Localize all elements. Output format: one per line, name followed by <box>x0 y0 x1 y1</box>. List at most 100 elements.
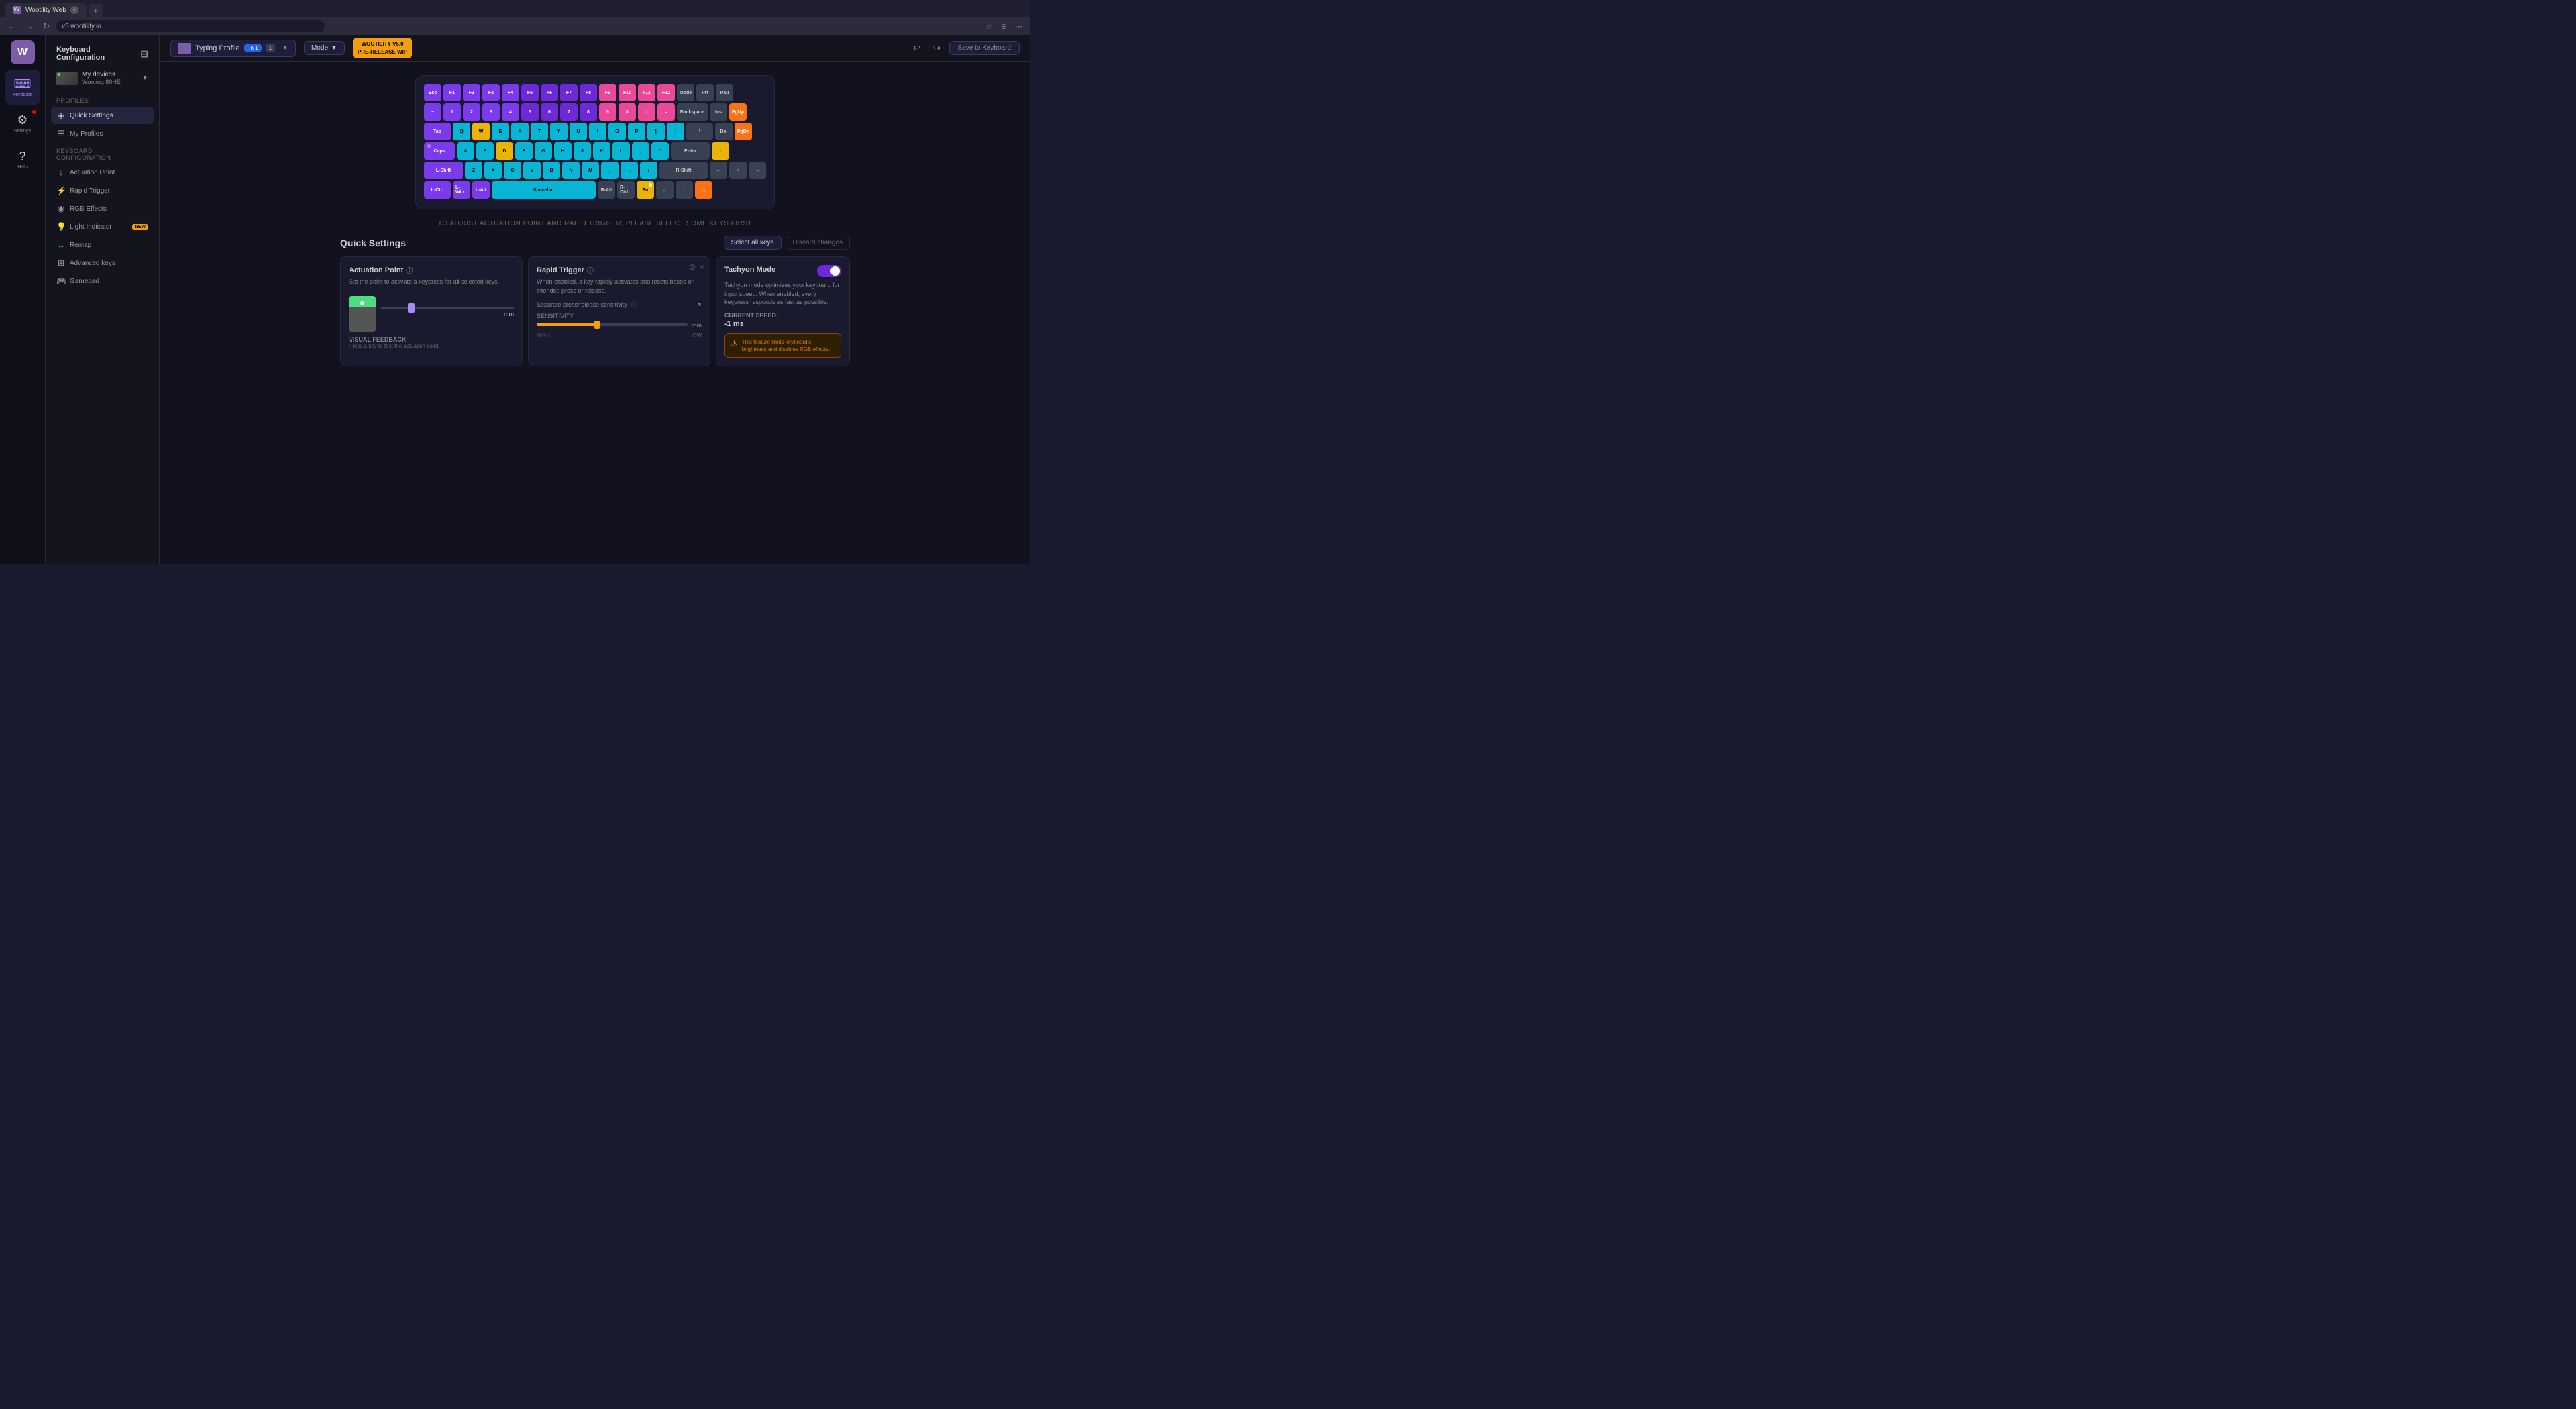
key-5[interactable]: 5 <box>521 103 539 121</box>
key-x[interactable]: X <box>484 162 502 179</box>
sidebar-item-help[interactable]: ? Help <box>5 142 40 177</box>
key-quote[interactable]: ' <box>651 142 669 160</box>
key-period[interactable]: . <box>621 162 638 179</box>
key-1[interactable]: 1 <box>443 103 461 121</box>
nav-item-quick-settings[interactable]: ◈ Quick Settings <box>51 107 154 124</box>
key-l[interactable]: L <box>612 142 630 160</box>
key-backslash[interactable]: \ <box>686 123 713 140</box>
key-n[interactable]: N <box>562 162 580 179</box>
key-e[interactable]: E <box>492 123 509 140</box>
device-chevron-icon[interactable]: ▼ <box>142 74 148 82</box>
back-button[interactable]: ← <box>5 20 19 32</box>
rapid-trigger-controls[interactable]: ⊙ × <box>689 262 704 272</box>
sensitivity-slider-handle[interactable] <box>594 321 600 329</box>
key-tilde[interactable]: ~ <box>424 103 441 121</box>
nav-item-rapid-trigger[interactable]: ⚡ Rapid Trigger <box>51 182 154 199</box>
reload-button[interactable]: ↻ <box>40 20 52 32</box>
key-nav-right[interactable]: → <box>695 181 712 199</box>
key-g[interactable]: G <box>535 142 552 160</box>
key-i[interactable]: I <box>589 123 606 140</box>
key-backspace[interactable]: Backspace <box>677 103 708 121</box>
url-bar[interactable]: v5.wootility.io <box>56 20 325 32</box>
key-semicolon[interactable]: ; <box>632 142 649 160</box>
key-del[interactable]: Del <box>715 123 733 140</box>
key-rctrl[interactable]: R-Ctrl <box>617 181 635 199</box>
key-spacebar[interactable]: Spacebar <box>492 181 596 199</box>
key-up-arrow-right[interactable]: ↑ <box>712 142 729 160</box>
key-h[interactable]: H <box>554 142 572 160</box>
forward-button[interactable]: → <box>23 20 36 32</box>
key-equals[interactable]: = <box>657 103 675 121</box>
key-f4[interactable]: F4 <box>502 84 519 101</box>
sensitivity-slider[interactable] <box>537 323 688 326</box>
sidebar-item-keyboard[interactable]: ⌨ Keyboard <box>5 70 40 105</box>
key-7[interactable]: 7 <box>560 103 578 121</box>
tachyon-mode-toggle[interactable] <box>817 265 841 277</box>
key-f2[interactable]: F2 <box>463 84 480 101</box>
nav-item-light-indicator[interactable]: 💡 Light Indicator NEW <box>51 218 154 236</box>
nav-item-remap[interactable]: ↔ Remap <box>51 236 154 254</box>
actuation-slider-handle[interactable] <box>408 303 415 313</box>
key-b[interactable]: B <box>543 162 560 179</box>
menu-icon[interactable]: ⋯ <box>1012 21 1025 32</box>
key-lshift[interactable]: L-Shift <box>424 162 463 179</box>
key-tab[interactable]: Tab <box>424 123 451 140</box>
key-f3[interactable]: F3 <box>482 84 500 101</box>
key-r[interactable]: R <box>511 123 529 140</box>
nav-item-gamepad[interactable]: 🎮 Gamepad <box>51 272 154 290</box>
nav-item-advanced-keys[interactable]: ⊞ Advanced keys <box>51 254 154 272</box>
key-left-arrow[interactable]: ← <box>710 162 727 179</box>
key-z[interactable]: Z <box>465 162 482 179</box>
sidebar-item-settings[interactable]: ⚙ Settings <box>5 106 40 141</box>
key-f8[interactable]: F8 <box>580 84 597 101</box>
key-t[interactable]: T <box>531 123 548 140</box>
actuation-point-info-icon[interactable]: ⓘ <box>406 265 413 275</box>
key-up-arrow[interactable]: ↑ <box>729 162 747 179</box>
rapid-trigger-info-icon[interactable]: ⓘ <box>587 265 594 275</box>
key-3[interactable]: 3 <box>482 103 500 121</box>
key-ins[interactable]: Ins <box>710 103 727 121</box>
key-fn[interactable]: Fn <box>637 181 654 199</box>
key-nav-left[interactable]: ← <box>656 181 674 199</box>
key-f10[interactable]: F10 <box>619 84 636 101</box>
key-f6[interactable]: F6 <box>541 84 558 101</box>
key-pau[interactable]: Pau <box>716 84 733 101</box>
key-p[interactable]: P <box>628 123 645 140</box>
actuation-slider-track[interactable] <box>381 307 514 309</box>
key-2[interactable]: 2 <box>463 103 480 121</box>
key-lbracket[interactable]: [ <box>647 123 665 140</box>
key-m[interactable]: M <box>582 162 599 179</box>
key-j[interactable]: J <box>574 142 591 160</box>
nav-item-actuation-point[interactable]: ↓ Actuation Point <box>51 164 154 181</box>
key-mode[interactable]: Mode <box>677 84 694 101</box>
profile-selector[interactable]: Typing Profile Fn 1 1 ▼ <box>170 40 296 57</box>
key-d[interactable]: D <box>496 142 513 160</box>
key-w[interactable]: W <box>472 123 490 140</box>
key-rbracket[interactable]: ] <box>667 123 684 140</box>
separate-sensitivity-info-icon[interactable]: ⓘ <box>631 300 637 309</box>
key-8[interactable]: 8 <box>580 103 597 121</box>
key-0[interactable]: 0 <box>619 103 636 121</box>
key-ralt[interactable]: R-Alt <box>598 181 615 199</box>
key-f[interactable]: F <box>515 142 533 160</box>
nav-panel-collapse-icon[interactable]: ⊟ <box>140 48 148 60</box>
tab-close-button[interactable]: × <box>70 6 78 14</box>
key-f12[interactable]: F12 <box>657 84 675 101</box>
key-pgup[interactable]: PgUp <box>729 103 747 121</box>
key-k[interactable]: K <box>593 142 610 160</box>
nav-item-my-profiles[interactable]: ☰ My Profiles <box>51 125 154 142</box>
key-esc[interactable]: Esc <box>424 84 441 101</box>
key-lctrl[interactable]: L-Ctrl <box>424 181 451 199</box>
discard-changes-button[interactable]: Discard changes <box>786 236 850 250</box>
key-u[interactable]: U <box>570 123 587 140</box>
key-prt[interactable]: Prt <box>696 84 714 101</box>
key-lalt[interactable]: L-Alt <box>472 181 490 199</box>
key-pgdn[interactable]: PgDn <box>735 123 752 140</box>
bookmark-icon[interactable]: ☆ <box>983 21 996 32</box>
key-slash[interactable]: / <box>640 162 657 179</box>
new-tab-button[interactable]: + <box>89 4 103 17</box>
key-nav-down[interactable]: ↓ <box>676 181 693 199</box>
key-f11[interactable]: F11 <box>638 84 655 101</box>
undo-button[interactable]: ↩ <box>909 40 925 56</box>
key-4[interactable]: 4 <box>502 103 519 121</box>
